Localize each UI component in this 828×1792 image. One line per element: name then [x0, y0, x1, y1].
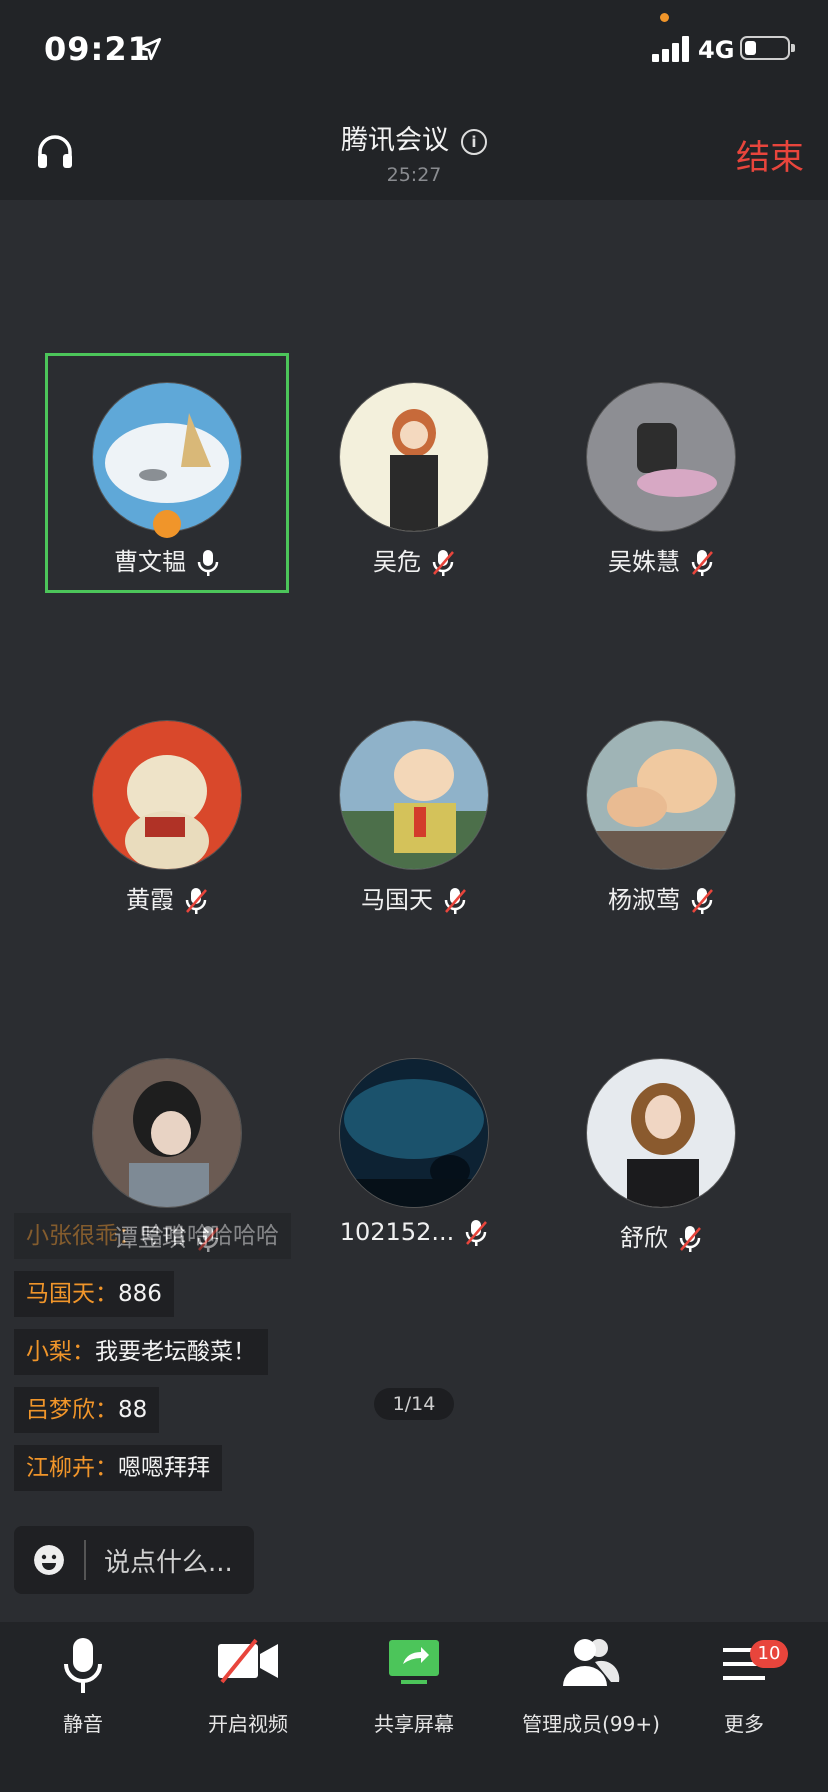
mute-button[interactable]: 静音	[18, 1622, 148, 1752]
participant-tile[interactable]: 杨淑莺	[542, 694, 780, 915]
participant-tile[interactable]: 吴危	[295, 356, 533, 577]
chat-message: 小梨：我要老坛酸菜！	[14, 1329, 268, 1375]
start-video-label: 开启视频	[208, 1712, 288, 1736]
privacy-indicator-dot	[660, 13, 669, 22]
participant-tile[interactable]: 吴姝慧	[542, 356, 780, 577]
bottom-toolbar: 静音 开启视频 共享屏幕 管理成员(99+) 更多 10	[0, 1622, 828, 1792]
chat-message: 江柳卉：嗯嗯拜拜	[14, 1445, 222, 1491]
participant-name: 吴危	[295, 542, 533, 577]
avatar	[92, 720, 242, 870]
page-indicator: 1/14	[374, 1388, 454, 1420]
mic-muted-icon	[679, 1226, 701, 1252]
meeting-header: 腾讯会议 i 25:27 结束	[0, 100, 828, 200]
participant-tile[interactable]: 黄霞	[48, 694, 286, 915]
mic-muted-icon	[466, 1220, 488, 1246]
chat-message: 吕梦欣：88	[14, 1387, 160, 1433]
members-icon	[563, 1639, 620, 1686]
video-off-icon	[218, 1638, 278, 1684]
network-type: 4G	[698, 36, 735, 64]
chat-input[interactable]: 说点什么...	[14, 1526, 254, 1594]
participant-name: 曹文韫	[48, 542, 286, 577]
mic-muted-icon	[185, 888, 207, 914]
avatar	[586, 1058, 736, 1208]
avatar	[586, 382, 736, 532]
meeting-title[interactable]: 腾讯会议 i	[0, 118, 828, 157]
chat-message: 马国天：886	[14, 1271, 174, 1317]
emoji-icon[interactable]	[34, 1545, 64, 1575]
status-time: 09:21	[44, 30, 151, 68]
mic-muted-icon	[444, 888, 466, 914]
manage-members-button[interactable]: 管理成员(99+)	[504, 1622, 678, 1752]
host-badge-icon	[153, 510, 181, 538]
mic-muted-icon	[691, 888, 713, 914]
more-label: 更多	[724, 1712, 764, 1736]
meeting-duration: 25:27	[386, 164, 442, 186]
participant-tile[interactable]: 舒欣	[542, 1032, 780, 1253]
share-screen-button[interactable]: 共享屏幕	[344, 1622, 484, 1752]
participant-name: 吴姝慧	[542, 542, 780, 577]
mute-label: 静音	[63, 1712, 103, 1736]
end-meeting-button[interactable]: 结束	[736, 130, 804, 179]
more-badge: 10	[750, 1640, 788, 1668]
participant-tile[interactable]: 102152...	[295, 1032, 533, 1247]
share-screen-label: 共享屏幕	[374, 1712, 454, 1736]
battery-icon	[740, 36, 795, 60]
manage-members-label: 管理成员(99+)	[522, 1712, 660, 1736]
share-screen-icon	[389, 1640, 439, 1684]
participant-name: 马国天	[295, 880, 533, 915]
participant-name: 102152...	[295, 1218, 533, 1247]
start-video-button[interactable]: 开启视频	[178, 1622, 318, 1752]
participant-name: 舒欣	[542, 1218, 780, 1253]
chat-message: 小张很乖：哈哈哈哈哈哈	[14, 1213, 291, 1259]
info-icon[interactable]: i	[461, 128, 487, 155]
avatar	[586, 720, 736, 870]
participant-tile[interactable]: 曹文韫	[45, 353, 289, 593]
mic-on-icon	[197, 550, 219, 576]
cellular-signal-icon	[652, 36, 689, 62]
avatar	[339, 1058, 489, 1208]
microphone-icon	[64, 1638, 102, 1693]
avatar	[92, 1058, 242, 1208]
avatar	[339, 382, 489, 532]
participant-name: 杨淑莺	[542, 880, 780, 915]
mic-muted-icon	[432, 550, 454, 576]
meeting-title-text: 腾讯会议	[341, 125, 449, 156]
chat-input-placeholder: 说点什么...	[104, 1548, 233, 1578]
participant-tile[interactable]: 马国天	[295, 694, 533, 915]
participant-name: 黄霞	[48, 880, 286, 915]
mic-muted-icon	[691, 550, 713, 576]
status-bar: 09:21 4G	[0, 0, 828, 100]
location-arrow-icon	[138, 37, 162, 61]
avatar	[339, 720, 489, 870]
divider	[84, 1540, 86, 1580]
